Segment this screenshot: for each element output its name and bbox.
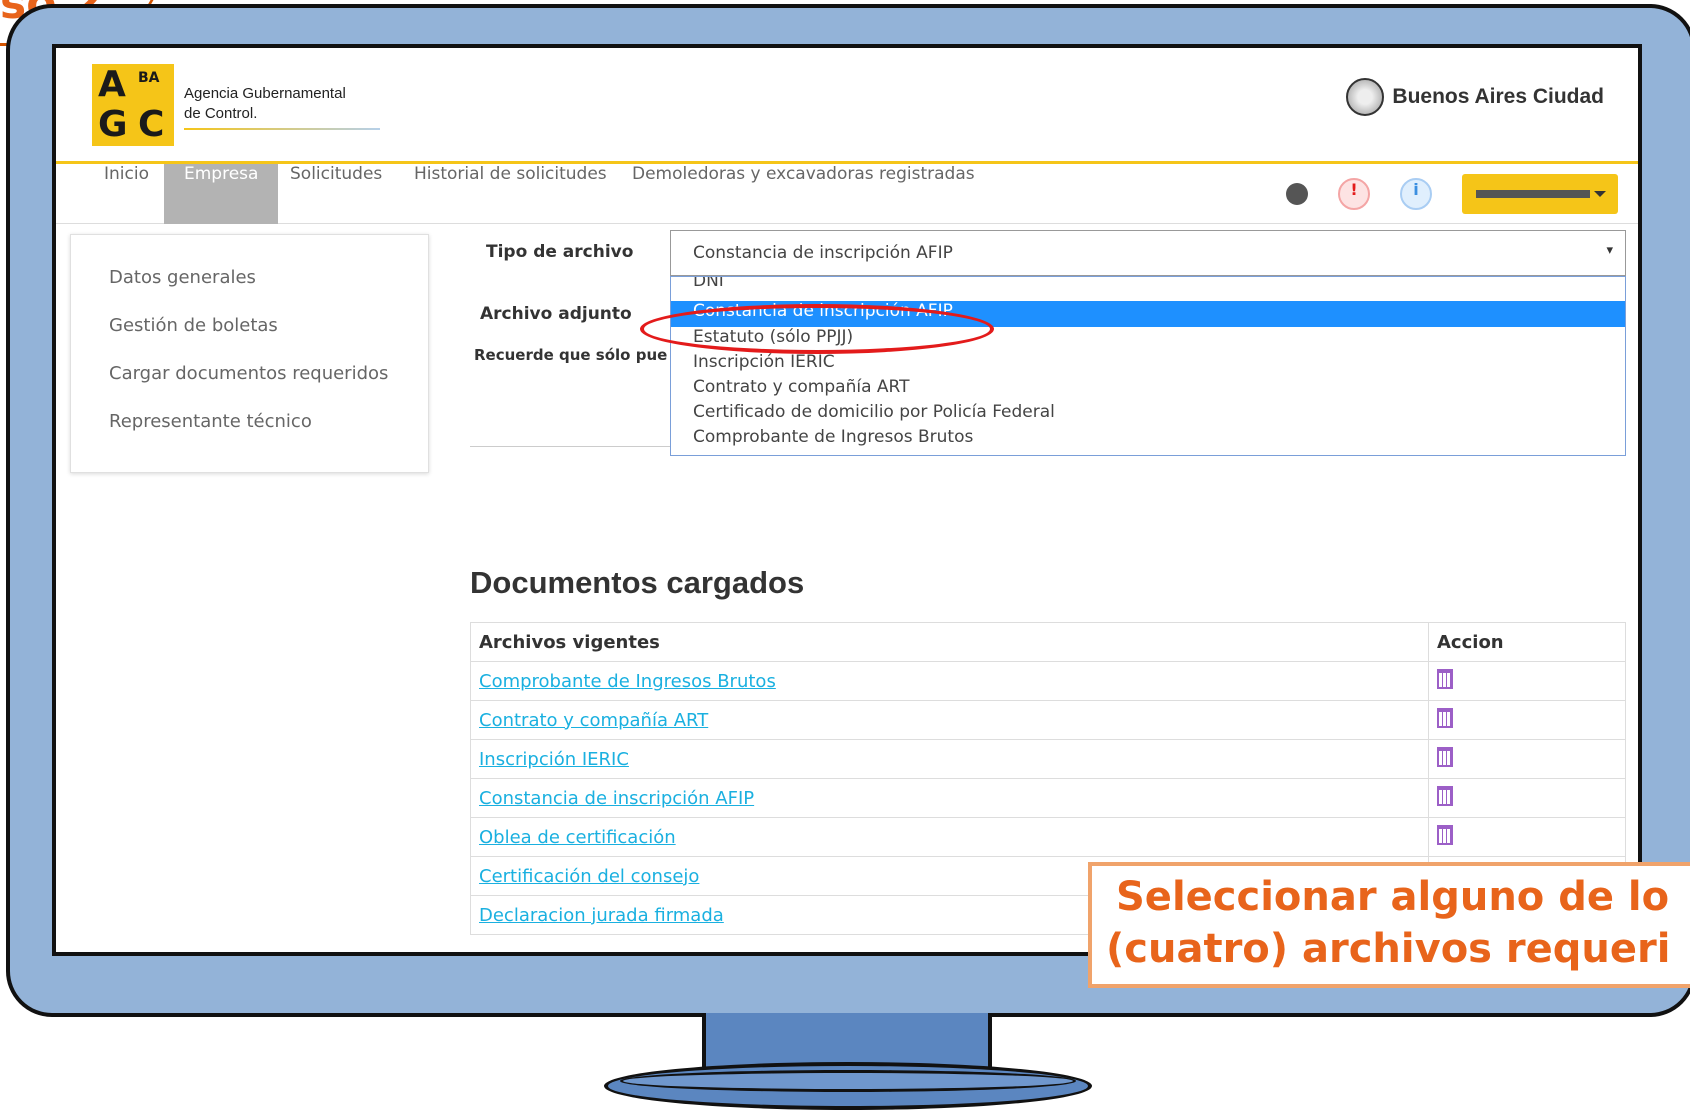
table-row: Inscripción IERIC: [470, 739, 1626, 779]
logo-letter-c: C: [138, 104, 165, 145]
table-row: Contrato y compañía ART: [470, 700, 1626, 740]
option-contrato-art[interactable]: Contrato y compañía ART: [671, 377, 1625, 403]
sidebar-item-gestion-boletas[interactable]: Gestión de boletas: [109, 315, 278, 336]
city-seal-icon: [1346, 78, 1385, 116]
form-divider: [470, 446, 670, 447]
sidebar-item-cargar-documentos[interactable]: Cargar documentos requeridos: [109, 363, 388, 384]
select-current-value: Constancia de inscripción AFIP: [693, 243, 953, 263]
action-cell: [1428, 778, 1626, 818]
browser-screen: A BA G C Agencia Gubernamental de Contro…: [52, 44, 1642, 956]
column-header-action: Accion: [1428, 622, 1626, 662]
document-link[interactable]: Contrato y compañía ART: [470, 700, 1429, 740]
document-link[interactable]: Comprobante de Ingresos Brutos: [470, 661, 1429, 701]
nav-item-inicio[interactable]: Inicio: [84, 164, 169, 224]
chevron-down-icon: ▾: [1606, 243, 1613, 258]
agency-name: Agencia Gubernamental de Control.: [184, 84, 346, 124]
table-header-row: Archivos vigentes Accion: [470, 622, 1626, 662]
buenos-aires-brand[interactable]: Buenos Aires Ciudad: [1346, 78, 1604, 116]
nav-utilities: ! i: [1286, 174, 1618, 214]
document-link[interactable]: Constancia de inscripción AFIP: [470, 778, 1429, 818]
tipo-archivo-label: Tipo de archivo: [486, 242, 634, 262]
table-row: Comprobante de Ingresos Brutos: [470, 661, 1626, 701]
trash-icon[interactable]: [1437, 668, 1453, 689]
logo-letter-ba: BA: [138, 70, 160, 86]
option-inscripcion-ieric[interactable]: Inscripción IERIC: [671, 352, 1625, 378]
option-ingresos-brutos[interactable]: Comprobante de Ingresos Brutos: [671, 427, 1625, 453]
upload-note: Recuerde que sólo pue: [474, 346, 668, 364]
archivo-adjunto-label: Archivo adjunto: [480, 304, 632, 324]
agency-name-line2: de Control.: [184, 105, 258, 122]
action-cell: [1428, 700, 1626, 740]
nav-item-historial[interactable]: Historial de solicitudes: [394, 164, 627, 224]
documents-title: Documentos cargados: [470, 565, 805, 600]
tipo-archivo-select[interactable]: Constancia de inscripción AFIP ▾: [670, 230, 1626, 276]
nav-item-demoledoras[interactable]: Demoledoras y excavadoras registradas: [612, 164, 995, 224]
sidebar-item-datos-generales[interactable]: Datos generales: [109, 267, 256, 288]
trash-icon[interactable]: [1437, 707, 1453, 728]
option-dni[interactable]: DNI: [671, 277, 1625, 297]
instruction-callout: Seleccionar alguno de lo (cuatro) archiv…: [1088, 862, 1690, 988]
trash-icon[interactable]: [1437, 785, 1453, 806]
table-row: Oblea de certificación: [470, 817, 1626, 857]
trash-icon[interactable]: [1437, 824, 1453, 845]
nav-item-solicitudes[interactable]: Solicitudes: [270, 164, 402, 224]
info-icon[interactable]: i: [1400, 178, 1432, 210]
callout-line2: (cuatro) archivos requeri: [1106, 926, 1671, 972]
monitor-stand-base-top: [620, 1070, 1076, 1092]
logo-letter-a: A: [98, 64, 126, 105]
site-header: A BA G C Agencia Gubernamental de Contro…: [56, 48, 1638, 161]
sidebar-item-representante-tecnico[interactable]: Representante técnico: [109, 411, 312, 432]
city-brand-text: Buenos Aires Ciudad: [1392, 85, 1604, 108]
main-nav: Inicio Empresa Solicitudes Historial de …: [56, 164, 1638, 224]
alert-icon[interactable]: !: [1338, 178, 1370, 210]
tipo-archivo-options: DNI Constancia de inscripción AFIP Estat…: [670, 276, 1626, 456]
highlight-ring: [640, 304, 994, 354]
logo-letter-g: G: [98, 104, 128, 145]
document-link[interactable]: Inscripción IERIC: [470, 739, 1429, 779]
table-row: Constancia de inscripción AFIP: [470, 778, 1626, 818]
action-cell: [1428, 739, 1626, 779]
option-certificado-domicilio[interactable]: Certificado de domicilio por Policía Fed…: [671, 402, 1625, 428]
nav-item-empresa[interactable]: Empresa: [164, 164, 279, 224]
globe-icon[interactable]: [1286, 183, 1308, 205]
action-cell: [1428, 661, 1626, 701]
document-link[interactable]: Oblea de certificación: [470, 817, 1429, 857]
callout-line1: Seleccionar alguno de lo: [1116, 874, 1670, 920]
action-cell: [1428, 817, 1626, 857]
logo-underline: [184, 128, 380, 130]
user-account-dropdown[interactable]: [1462, 174, 1618, 214]
column-header-files: Archivos vigentes: [470, 622, 1429, 662]
sidebar-menu: Datos generales Gestión de boletas Carga…: [70, 234, 429, 473]
agency-name-line1: Agencia Gubernamental: [184, 85, 346, 102]
trash-icon[interactable]: [1437, 746, 1453, 767]
agc-logo[interactable]: A BA G C: [92, 64, 174, 146]
